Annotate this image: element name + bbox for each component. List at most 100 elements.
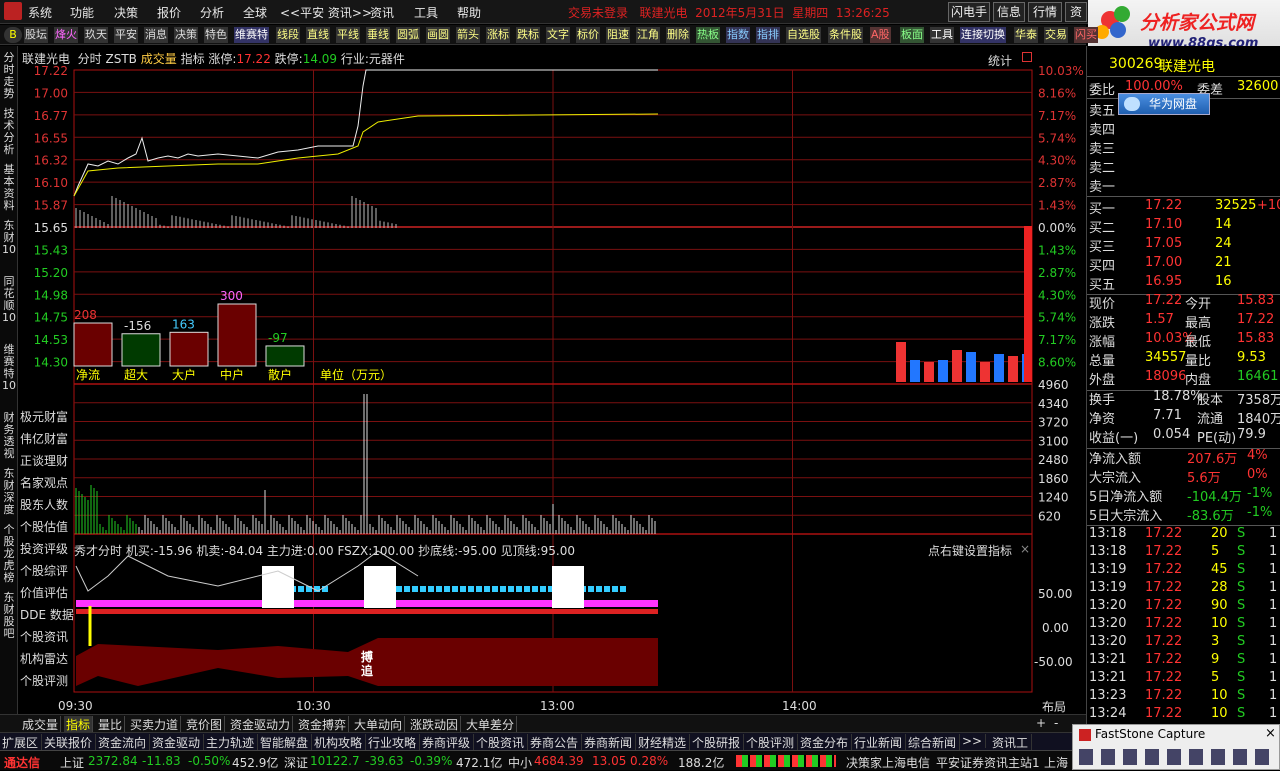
info-menu-item[interactable]: 投资评级 — [20, 540, 68, 557]
info-menu-item[interactable]: 伟亿财富 — [20, 430, 68, 447]
sz-index[interactable]: 10122.7 — [310, 754, 360, 768]
toolbar-item[interactable]: 热板 — [696, 27, 720, 43]
indicator-hint[interactable]: 点右键设置指标 — [928, 542, 1012, 559]
info-menu-item[interactable]: 个股估值 — [20, 518, 68, 535]
toolbar-item[interactable]: 连接切换 — [960, 27, 1006, 43]
close-indicator-icon[interactable]: × — [1020, 542, 1030, 556]
intraday-chart[interactable]: 17.22 10.03% 17.00 8.16% 16.77 7.17% 16.55 5.74… — [18, 46, 1086, 732]
bottom-tab[interactable]: 指标 — [64, 716, 94, 733]
info-menu-item[interactable]: 个股资讯 — [20, 628, 68, 645]
chart-volume-label[interactable]: 成交量 — [141, 52, 177, 66]
bottom-tab[interactable]: 资金驱动力 — [228, 716, 294, 733]
menu-tools[interactable]: 工具 — [414, 4, 438, 21]
toolbar-item[interactable]: 垂线 — [366, 27, 390, 43]
info-menu-item[interactable]: 极元财富 — [20, 408, 68, 425]
nav-row-item[interactable]: 资金流向 — [98, 734, 151, 751]
chart-indicator-label[interactable]: 指标 — [181, 52, 205, 66]
menu-function[interactable]: 功能 — [70, 4, 94, 21]
menu-news[interactable]: 资讯 — [370, 4, 394, 21]
toolbar-item[interactable]: 闪买 — [1074, 27, 1098, 43]
faststone-tool-icons[interactable] — [1079, 749, 1275, 765]
nav-row-item[interactable]: 个股研报 — [692, 734, 745, 751]
nav-row-item[interactable]: 扩展区 — [2, 734, 43, 751]
nav-row-item[interactable]: 财经精选 — [638, 734, 691, 751]
bid-price[interactable]: 17.22 — [1145, 198, 1182, 213]
maximize-icon[interactable] — [1022, 52, 1032, 62]
resource-button[interactable]: 资 — [1065, 2, 1087, 22]
info-menu-item[interactable]: 个股评测 — [20, 672, 68, 689]
left-nav-item[interactable]: 基本资料 — [2, 164, 16, 212]
nav-row-item[interactable]: 综合新闻 — [908, 734, 961, 751]
left-nav-item[interactable]: 财务透视 — [2, 412, 16, 460]
nav-row-item[interactable]: 关联报价 — [44, 734, 97, 751]
toolbar-item[interactable]: 特色 — [204, 27, 228, 43]
toolbar-item[interactable]: 江角 — [636, 27, 660, 43]
nav-row-item[interactable]: 资金分布 — [800, 734, 853, 751]
bid-price[interactable]: 16.95 — [1145, 274, 1182, 289]
chart-code[interactable]: ZSTB — [106, 52, 137, 66]
menu-decision[interactable]: 决策 — [114, 4, 138, 21]
toolbar-item[interactable]: 阻速 — [606, 27, 630, 43]
toolbar-item[interactable]: 指数 — [726, 27, 750, 43]
left-nav-item[interactable]: 技术分析 — [2, 108, 16, 156]
bottom-tab[interactable]: 买卖力道 — [128, 716, 182, 733]
stats-button[interactable]: 统计 — [988, 52, 1012, 69]
toolbar-item[interactable]: 自选股 — [786, 27, 821, 43]
nav-row-item[interactable]: 主力轨迹 — [206, 734, 259, 751]
nav-row-item[interactable]: 行业新闻 — [854, 734, 907, 751]
nav-row-item[interactable]: >> — [962, 734, 987, 748]
left-nav-item[interactable]: 东财股吧 — [2, 592, 16, 640]
menu-system[interactable]: 系统 — [28, 4, 52, 21]
toolbar-item[interactable]: A股 — [870, 27, 891, 43]
chart-mode[interactable]: 分时 — [78, 52, 102, 66]
layout-button[interactable]: 布局 — [1042, 698, 1066, 715]
menu-global[interactable]: 全球 — [243, 4, 267, 21]
flash-trade-button[interactable]: 闪电手 — [948, 2, 990, 22]
toolbar-item[interactable]: 消息 — [144, 27, 168, 43]
info-button[interactable]: 信息 — [993, 2, 1025, 22]
nav-row-item[interactable]: 智能解盘 — [260, 734, 313, 751]
toolbar-item[interactable]: 平安 — [114, 27, 138, 43]
nav-row-item[interactable]: 个股评测 — [746, 734, 799, 751]
bid-price[interactable]: 17.10 — [1145, 217, 1182, 232]
bottom-tab[interactable]: 大单动向 — [352, 716, 406, 733]
zoom-in-icon[interactable]: + — [1036, 716, 1046, 730]
nav-row-item[interactable]: 资金驱动 — [152, 734, 205, 751]
server-2[interactable]: 平安证券资讯主站1 — [936, 754, 1040, 771]
toolbar-item[interactable]: 华泰 — [1014, 27, 1038, 43]
nav-row-item[interactable]: 券商公告 — [530, 734, 583, 751]
sh-index[interactable]: 2372.84 — [88, 754, 138, 768]
huawei-disk-popup[interactable]: 华为网盘 — [1118, 93, 1210, 115]
bid-price[interactable]: 17.00 — [1145, 255, 1182, 270]
menu-quote[interactable]: 报价 — [157, 4, 181, 21]
toolbar-item[interactable]: 烽火 — [54, 27, 78, 43]
nav-row-item[interactable]: 券商新闻 — [584, 734, 637, 751]
menu-help[interactable]: 帮助 — [457, 4, 481, 21]
info-menu-item[interactable]: DDE 数据 — [20, 606, 74, 623]
toolbar-item[interactable]: 跌标 — [516, 27, 540, 43]
info-menu-item[interactable]: 正谈理财 — [20, 452, 68, 469]
toolbar-item[interactable]: 文字 — [546, 27, 570, 43]
left-nav-item[interactable]: 东财深度 — [2, 468, 16, 516]
info-menu-item[interactable]: 股东人数 — [20, 496, 68, 513]
toolbar-item[interactable]: 决策 — [174, 27, 198, 43]
faststone-close-icon[interactable]: × — [1265, 726, 1276, 741]
info-menu-item[interactable]: 价值评估 — [20, 584, 68, 601]
toolbar-item[interactable]: 直线 — [306, 27, 330, 43]
toolbar-item[interactable]: 删除 — [666, 27, 690, 43]
info-menu-item[interactable]: 机构雷达 — [20, 650, 68, 667]
toolbar-item[interactable]: 指排 — [756, 27, 780, 43]
nav-row-item[interactable]: 券商评级 — [422, 734, 475, 751]
toolbar-item[interactable]: 箭头 — [456, 27, 480, 43]
nav-row-item[interactable]: 个股资讯 — [476, 734, 529, 751]
toolbar-item[interactable]: 维赛特 — [234, 27, 269, 43]
market-button[interactable]: 行情 — [1028, 2, 1062, 22]
toolbar-item[interactable]: 圆弧 — [396, 27, 420, 43]
bottom-tab[interactable]: 大单差分 — [464, 716, 518, 733]
info-menu-item[interactable]: 个股综评 — [20, 562, 68, 579]
left-nav-item[interactable]: 东财10 — [2, 220, 16, 256]
bottom-tab[interactable]: 资金搏弈 — [296, 716, 350, 733]
left-nav-item[interactable]: 维赛特10 — [2, 344, 16, 392]
toolbar-item[interactable]: 工具 — [930, 27, 954, 43]
left-nav-item[interactable]: 同花顺10 — [2, 276, 16, 324]
